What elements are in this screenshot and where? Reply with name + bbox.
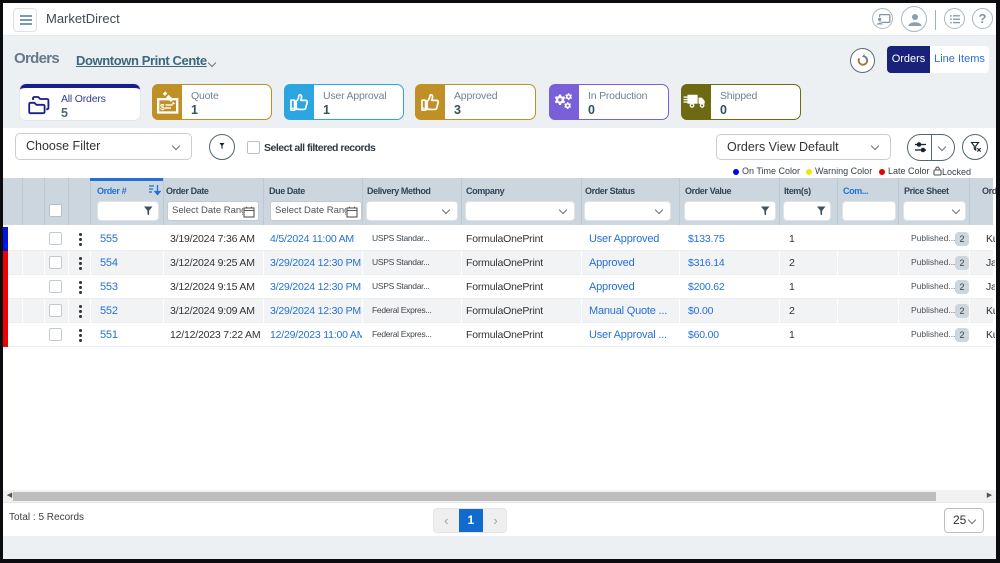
svg-text:$: $	[160, 102, 165, 112]
